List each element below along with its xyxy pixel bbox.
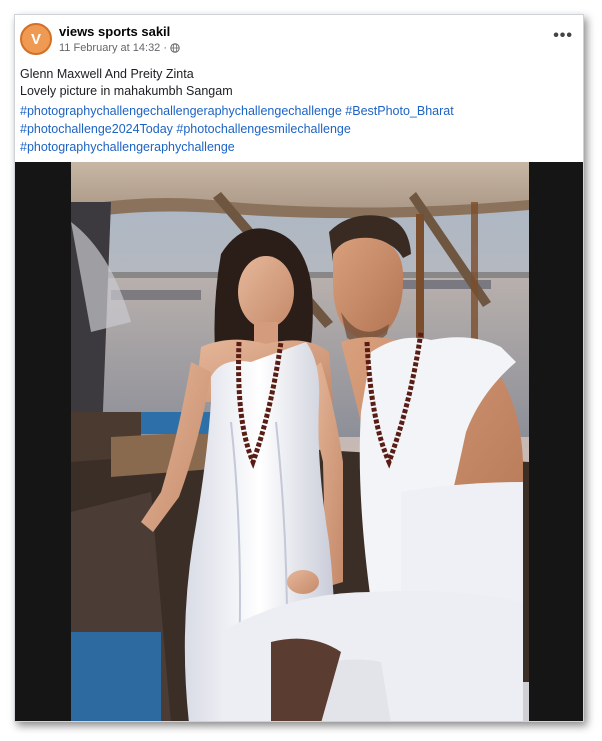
post-text-line-1: Glenn Maxwell And Preity Zinta — [20, 67, 194, 81]
post-text: Glenn Maxwell And Preity Zinta Lovely pi… — [20, 66, 575, 100]
hashtag-link[interactable]: #BestPhoto_Bharat — [345, 104, 453, 118]
hashtag-line-2: #photochallenge2024Today #photochallenge… — [20, 120, 575, 138]
hashtag-link[interactable]: #photographychallengeraphychallenge — [20, 140, 235, 154]
post-timestamp[interactable]: 11 February at 14:32 — [59, 42, 160, 54]
post-meta: 11 February at 14:32 · — [59, 42, 180, 54]
couple-on-boat-photo — [71, 162, 529, 721]
author-name[interactable]: views sports sakil — [59, 24, 170, 39]
hashtag-block: #photographychallengechallengeraphychall… — [20, 102, 575, 156]
globe-icon[interactable] — [170, 43, 180, 53]
photo-illustration — [71, 162, 529, 721]
post-card: V views sports sakil 11 February at 14:3… — [14, 14, 584, 722]
post-text-line-2: Lovely picture in mahakumbh Sangam — [20, 84, 233, 98]
hashtag-line-1: #photographychallengechallengeraphychall… — [20, 102, 575, 120]
avatar[interactable]: V — [20, 23, 52, 55]
post-header: V views sports sakil 11 February at 14:3… — [15, 15, 583, 65]
meta-separator: · — [163, 42, 167, 54]
hashtag-link[interactable]: #photochallenge2024Today — [20, 122, 173, 136]
hashtag-link[interactable]: #photographychallengechallengeraphychall… — [20, 104, 342, 118]
hashtag-line-3: #photographychallengeraphychallenge — [20, 138, 575, 156]
more-options-icon[interactable]: ••• — [553, 27, 573, 45]
post-photo[interactable] — [15, 162, 583, 721]
hashtag-link[interactable]: #photochallengesmilechallenge — [176, 122, 350, 136]
